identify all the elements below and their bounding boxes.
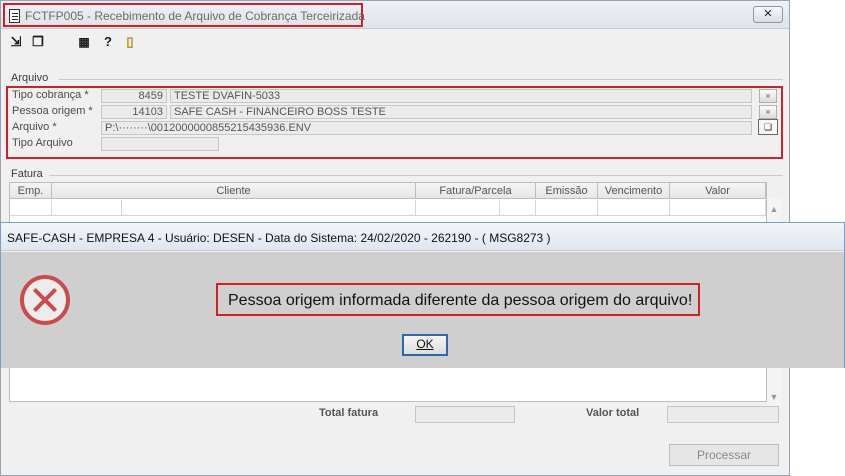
arquivo-group-label: Arquivo [11, 72, 49, 84]
ok-button-label: OK [416, 337, 434, 351]
col-header-fatura-parcela[interactable]: Fatura/Parcela [416, 183, 536, 199]
fatura-group-label: Fatura [11, 168, 43, 180]
scroll-down-icon[interactable]: ▼ [767, 390, 781, 404]
table-cell[interactable] [500, 200, 536, 216]
close-button[interactable]: ✕ [753, 6, 783, 23]
arquivo-divider [59, 79, 783, 80]
browse-file-icon[interactable]: ❏ [758, 119, 778, 135]
dialog-body: Pessoa origem informada diferente da pes… [1, 252, 844, 368]
col-header-emissao[interactable]: Emissão [536, 183, 598, 199]
table-cell[interactable] [416, 200, 500, 216]
arquivo-path-field[interactable]: P:\········\0012000000855215435936.ENV [101, 121, 752, 135]
dialog-message: Pessoa origem informada diferente da pes… [228, 292, 693, 309]
total-fatura-field [415, 406, 515, 423]
col-header-vencimento[interactable]: Vencimento [598, 183, 670, 199]
tipo-cobranca-desc: TESTE DVAFIN-5033 [170, 89, 752, 103]
arquivo-label: Arquivo * [12, 121, 57, 133]
valor-total-field [667, 406, 779, 423]
table-cell[interactable] [598, 200, 670, 216]
tipo-arquivo-field[interactable] [101, 137, 219, 151]
table-cell[interactable] [670, 200, 766, 216]
error-icon [20, 275, 70, 325]
title-bar: FCTFP005 - Recebimento de Arquivo de Cob… [1, 1, 789, 29]
table-cell[interactable] [10, 200, 52, 216]
dialog-title: SAFE-CASH - EMPRESA 4 - Usuário: DESEN -… [7, 231, 551, 245]
arrow-exit-icon[interactable]: ⇲ [7, 33, 25, 51]
message-highlight: Pessoa origem informada diferente da pes… [216, 283, 700, 316]
table-cell[interactable] [52, 200, 122, 216]
tipo-cobranca-label: Tipo cobrança * [12, 89, 89, 101]
title-highlight: FCTFP005 - Recebimento de Arquivo de Cob… [3, 3, 365, 27]
dialog-title-bar: SAFE-CASH - EMPRESA 4 - Usuário: DESEN -… [1, 223, 844, 251]
tipo-cobranca-code[interactable]: 8459 [101, 89, 167, 103]
pessoa-origem-label: Pessoa origem * [12, 105, 93, 117]
ok-button[interactable]: OK [402, 334, 448, 356]
col-header-valor[interactable]: Valor [670, 183, 766, 199]
col-header-emp[interactable]: Emp. [10, 183, 52, 199]
table-cell[interactable] [536, 200, 598, 216]
table-cell[interactable] [122, 200, 416, 216]
fatura-divider [49, 175, 783, 176]
col-header-cliente[interactable]: Cliente [52, 183, 416, 199]
document-icon [9, 9, 20, 23]
pessoa-origem-desc: SAFE CASH - FINANCEIRO BOSS TESTE [170, 105, 752, 119]
window-title: FCTFP005 - Recebimento de Arquivo de Cob… [25, 9, 365, 23]
processar-button[interactable]: Processar [669, 444, 779, 466]
valor-total-label: Valor total [586, 407, 640, 419]
message-dialog: SAFE-CASH - EMPRESA 4 - Usuário: DESEN -… [0, 222, 845, 368]
total-fatura-label: Total fatura [319, 407, 379, 419]
pessoa-origem-code[interactable]: 14103 [101, 105, 167, 119]
scroll-up-icon[interactable]: ▲ [767, 202, 781, 216]
pessoa-origem-lookup-button[interactable]: » [759, 105, 777, 119]
tipo-cobranca-lookup-button[interactable]: » [759, 89, 777, 103]
toolbar: ⇲ ❐ ▦ ? ▯ [1, 31, 789, 53]
grid-icon[interactable]: ▦ [75, 33, 93, 51]
door-exit-icon[interactable]: ▯ [121, 33, 139, 51]
help-icon[interactable]: ? [99, 33, 117, 51]
tipo-arquivo-label: Tipo Arquivo [12, 137, 73, 149]
copy-icon[interactable]: ❐ [29, 33, 47, 51]
